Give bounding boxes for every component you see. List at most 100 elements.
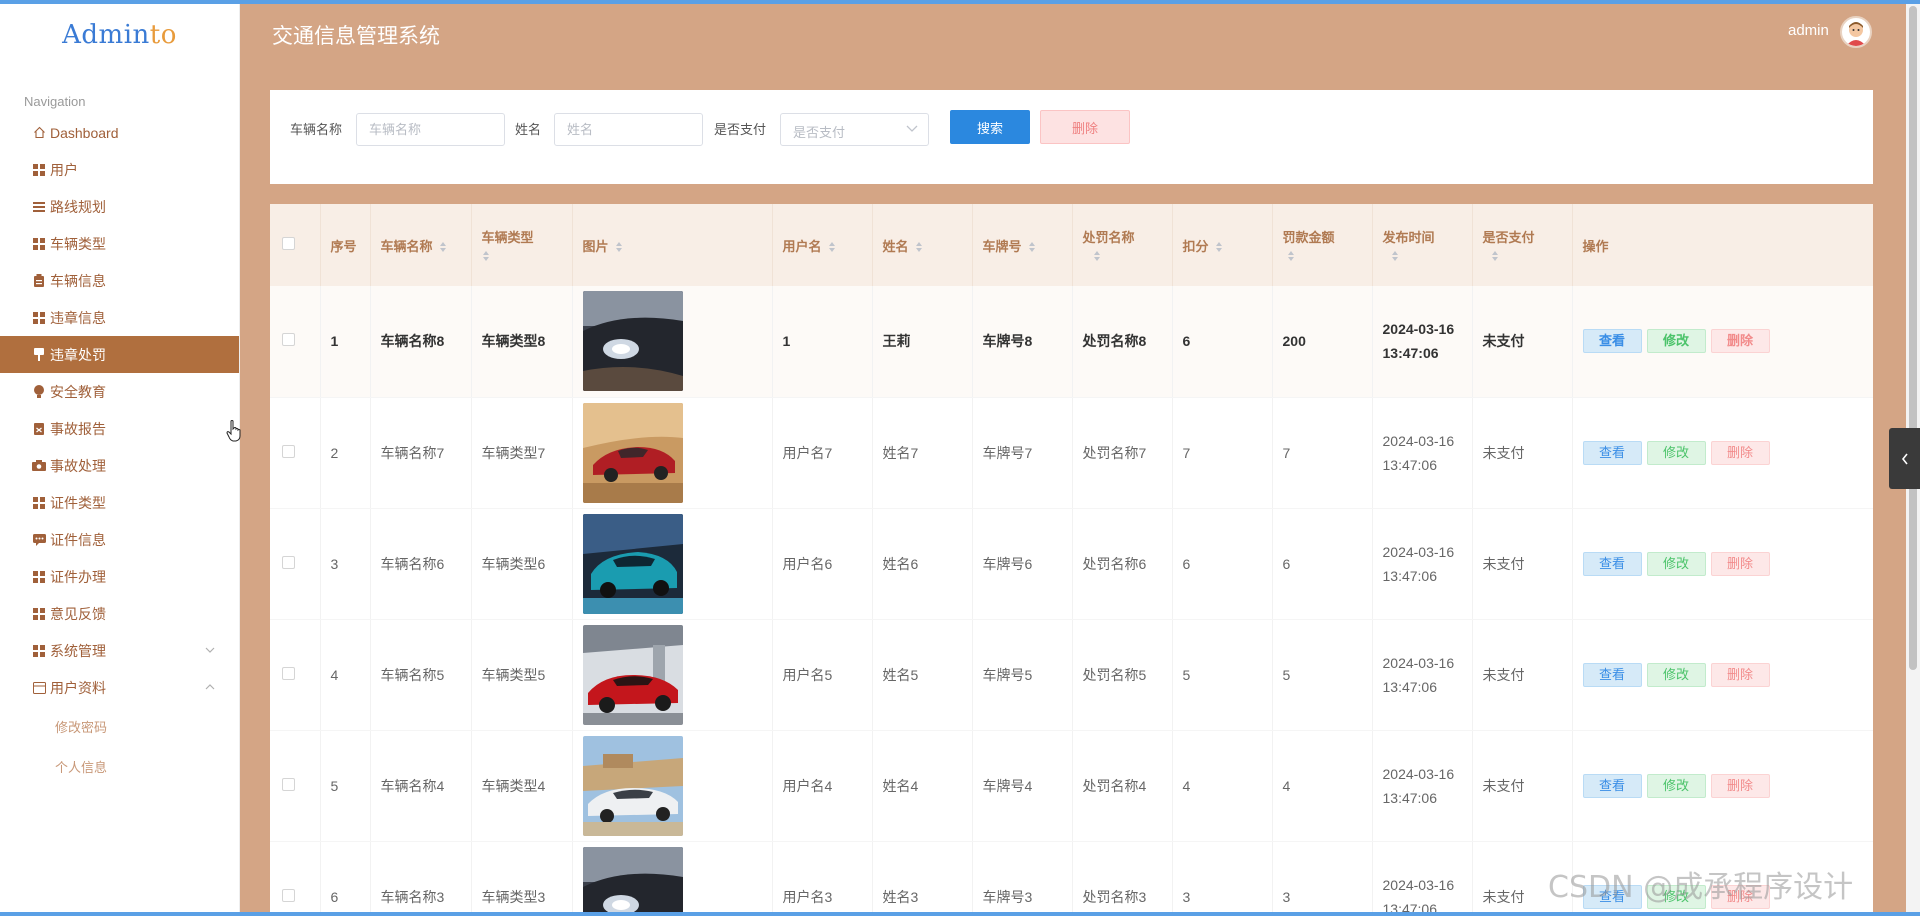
sort-icon xyxy=(1287,251,1294,262)
cell-vehicle: 车辆名称6 xyxy=(370,508,472,620)
sidebar-item-label: 意见反馈 xyxy=(50,605,106,622)
vehicle-photo[interactable] xyxy=(582,735,683,836)
view-button[interactable]: 查看 xyxy=(1582,773,1642,798)
select-all-checkbox[interactable] xyxy=(282,237,295,250)
scrollbar-thumb[interactable] xyxy=(1909,6,1917,670)
row-checkbox[interactable] xyxy=(282,555,295,569)
col-paid[interactable]: 是否支付 xyxy=(1472,204,1573,286)
edit-button[interactable]: 修改 xyxy=(1646,551,1706,576)
col-image[interactable]: 图片 xyxy=(572,204,773,286)
table-row[interactable]: 2 车辆名称7 车辆类型7 用户名7 姓名7 车牌号7 处罚名称7 7 7 2024-03-16 … xyxy=(270,397,1873,509)
table-row[interactable]: 3 车辆名称6 车辆类型6 用户名6 姓名6 车牌号6 处罚名称6 6 6 2024-03-16 … xyxy=(270,508,1873,620)
sidebar-item-label: 车辆类型 xyxy=(50,235,106,252)
row-actions-cell: 查看 修改 删除 xyxy=(1572,730,1873,842)
sidebar-item[interactable]: 路线规划 xyxy=(0,188,239,225)
sub-nav-list: 修改密码 个人信息 xyxy=(0,706,239,786)
avatar[interactable] xyxy=(1840,16,1872,48)
sort-icon xyxy=(1215,242,1222,253)
sidebar-item[interactable]: Dashboard xyxy=(0,114,239,151)
table-row[interactable]: 4 车辆名称5 车辆类型5 用户名5 姓名5 车牌号5 处罚名称5 5 5 2024-03-16 … xyxy=(270,619,1873,731)
delete-button[interactable]: 删除 xyxy=(1710,551,1770,576)
sidebar-item[interactable]: 事故处理 xyxy=(0,447,239,484)
col-name-label: 姓名 xyxy=(882,238,909,254)
edit-button[interactable]: 修改 xyxy=(1646,440,1706,465)
cell-name: 姓名3 xyxy=(872,841,973,916)
sidebar-item[interactable]: 安全教育 xyxy=(0,373,239,410)
sidebar-item[interactable]: 事故报告 xyxy=(0,410,239,447)
app-logo[interactable]: Admin to xyxy=(0,0,239,70)
clipboard-icon xyxy=(32,274,46,288)
view-button[interactable]: 查看 xyxy=(1582,662,1642,687)
user-name[interactable]: admin xyxy=(1788,22,1829,39)
cell-index: 3 xyxy=(320,508,371,620)
side-panel-toggle[interactable] xyxy=(1889,428,1920,489)
row-checkbox[interactable] xyxy=(282,444,295,458)
sidebar-item-label: 事故处理 xyxy=(50,457,106,474)
sidebar: Admin to Navigation Dashboard 用户 路线规划 车辆类型 车辆… xyxy=(0,0,240,916)
col-plate-label: 车牌号 xyxy=(982,238,1022,254)
vehicle-name-input[interactable] xyxy=(356,113,505,146)
cell-fine: 200 xyxy=(1272,286,1373,398)
sidebar-item-label: 违章处罚 xyxy=(50,346,106,363)
col-points[interactable]: 扣分 xyxy=(1172,204,1273,286)
row-checkbox[interactable] xyxy=(282,777,295,791)
col-vehicle-type[interactable]: 车辆类型 xyxy=(471,204,573,286)
vehicle-photo[interactable] xyxy=(582,846,683,916)
delete-button[interactable]: 删除 xyxy=(1710,329,1770,354)
view-button[interactable]: 查看 xyxy=(1582,329,1642,354)
sidebar-item[interactable]: 证件类型 xyxy=(0,484,239,521)
row-checkbox[interactable] xyxy=(282,666,295,680)
sidebar-subitem[interactable]: 修改密码 xyxy=(0,706,239,746)
table-row[interactable]: 5 车辆名称4 车辆类型4 用户名4 姓名4 车牌号4 处罚名称4 4 4 2024-03-16 … xyxy=(270,730,1873,842)
col-penalty[interactable]: 处罚名称 xyxy=(1072,204,1173,286)
col-fine[interactable]: 罚款金额 xyxy=(1272,204,1373,286)
sidebar-item[interactable]: 违章信息 xyxy=(0,299,239,336)
cell-vehicle-type: 车辆类型7 xyxy=(471,397,573,509)
name-input[interactable] xyxy=(554,113,703,146)
sidebar-item[interactable]: 用户资料 xyxy=(0,669,239,706)
edit-button[interactable]: 修改 xyxy=(1646,329,1706,354)
row-select-cell xyxy=(270,508,321,620)
edit-button[interactable]: 修改 xyxy=(1646,662,1706,687)
cell-fine: 6 xyxy=(1272,508,1373,620)
cell-username: 1 xyxy=(772,286,873,398)
sidebar-item[interactable]: 违章处罚 xyxy=(0,336,239,373)
col-time[interactable]: 发布时间 xyxy=(1372,204,1473,286)
col-vehicle[interactable]: 车辆名称 xyxy=(370,204,472,286)
sidebar-item[interactable]: 系统管理 xyxy=(0,632,239,669)
cell-username: 用户名7 xyxy=(772,397,873,509)
delete-button[interactable]: 删除 xyxy=(1710,440,1770,465)
col-index: 序号 xyxy=(320,204,371,286)
delete-button[interactable]: 删除 xyxy=(1710,662,1770,687)
vehicle-photo[interactable] xyxy=(582,513,683,614)
row-checkbox[interactable] xyxy=(282,333,295,347)
sort-icon xyxy=(828,242,835,253)
vehicle-photo[interactable] xyxy=(582,402,683,503)
sidebar-item-label: 路线规划 xyxy=(50,198,106,215)
col-plate[interactable]: 车牌号 xyxy=(972,204,1073,286)
grid-icon xyxy=(32,311,46,325)
sidebar-item[interactable]: 用户 xyxy=(0,151,239,188)
view-button[interactable]: 查看 xyxy=(1582,440,1642,465)
sidebar-item[interactable]: 证件信息 xyxy=(0,521,239,558)
delete-button[interactable]: 删除 xyxy=(1710,773,1770,798)
vehicle-photo[interactable] xyxy=(582,624,683,725)
sidebar-subitem[interactable]: 个人信息 xyxy=(0,746,239,786)
sidebar-item[interactable]: 车辆信息 xyxy=(0,262,239,299)
edit-button[interactable]: 修改 xyxy=(1646,773,1706,798)
sidebar-item[interactable]: 意见反馈 xyxy=(0,595,239,632)
row-checkbox[interactable] xyxy=(282,888,295,902)
search-button[interactable]: 搜索 xyxy=(950,110,1030,144)
bulk-delete-button[interactable]: 删除 xyxy=(1040,110,1130,144)
col-name[interactable]: 姓名 xyxy=(872,204,973,286)
cell-penalty: 处罚名称7 xyxy=(1072,397,1173,509)
col-username[interactable]: 用户名 xyxy=(772,204,873,286)
hand-cursor-icon xyxy=(226,420,241,442)
vehicle-photo[interactable] xyxy=(582,291,683,392)
sidebar-item[interactable]: 车辆类型 xyxy=(0,225,239,262)
cell-username: 用户名4 xyxy=(772,730,873,842)
view-button[interactable]: 查看 xyxy=(1582,551,1642,576)
table-row[interactable]: 1 车辆名称8 车辆类型8 1 王莉 车牌号8 处罚名称8 6 200 2024-03-16 13… xyxy=(270,286,1873,398)
sidebar-item[interactable]: 证件办理 xyxy=(0,558,239,595)
paid-select[interactable]: 是否支付 xyxy=(780,113,929,146)
